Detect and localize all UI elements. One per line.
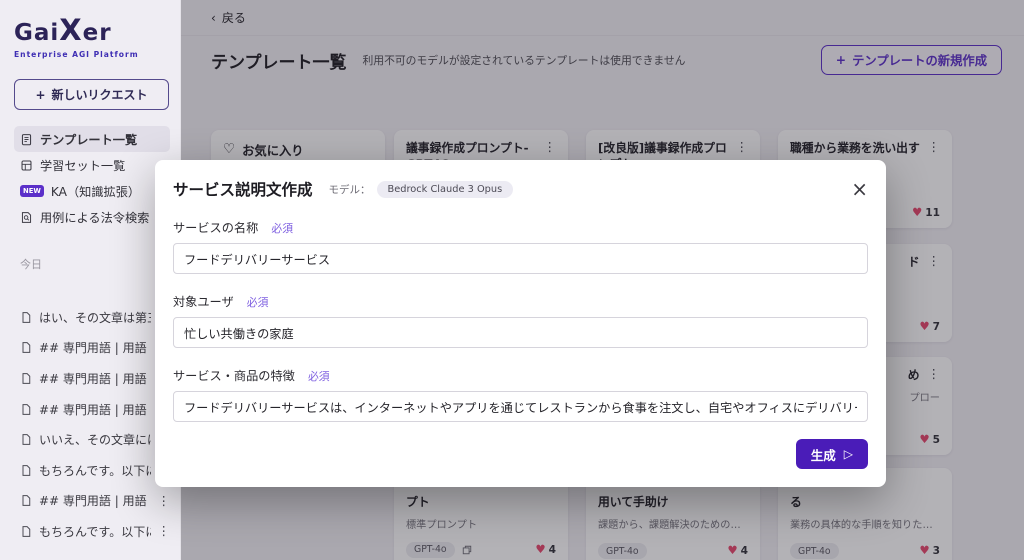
history-list: はい、その文章は第三者 ⋮ ## 専門用語 | 用語 ⋮ ## 専門用語 | 用… <box>14 302 170 547</box>
logo-gaixer: GaiXer <box>14 16 170 45</box>
logo-text-x: X <box>59 13 82 47</box>
document-icon <box>20 372 32 385</box>
template-list-icon <box>20 133 33 146</box>
history-item[interactable]: いいえ、その文章には特 ⋮ <box>14 424 170 455</box>
history-item[interactable]: はい、その文章は第三者 ⋮ <box>14 302 170 333</box>
nav-label: 学習セット一覧 <box>40 156 125 174</box>
field-target-user: 対象ユーザ 必須 <box>173 291 868 348</box>
generate-button[interactable]: 生成 ▷ <box>796 439 868 469</box>
history-label: ## 専門用語 | 用語 <box>39 370 151 387</box>
field-label-row: 対象ユーザ 必須 <box>173 291 868 310</box>
sidebar-item-learning-sets[interactable]: 学習セット一覧 <box>14 152 170 178</box>
nav-label: KA（知識拡張） <box>51 182 140 200</box>
history-item[interactable]: ## 専門用語 | 用語 | 解説 ⋮ <box>14 486 170 517</box>
template-run-modal: サービス説明文作成 モデル： Bedrock Claude 3 Opus × サ… <box>155 160 886 487</box>
generate-label: 生成 <box>811 445 836 464</box>
document-icon <box>20 403 32 416</box>
history-item[interactable]: ## 専門用語 | 用語 ⋮ <box>14 394 170 425</box>
app-root: GaiXer Enterprise AGI Platform + 新しいリクエス… <box>0 0 1024 560</box>
service-features-input[interactable] <box>173 391 868 422</box>
document-icon <box>20 311 32 324</box>
required-badge: 必須 <box>271 222 293 235</box>
send-icon: ▷ <box>844 448 853 460</box>
nav-label: テンプレート一覧 <box>40 130 137 148</box>
history-label: いいえ、その文章には特 <box>39 431 151 448</box>
field-label-row: サービス・商品の特徴 必須 <box>173 365 868 384</box>
learning-set-icon <box>20 159 33 172</box>
model-badge: Bedrock Claude 3 Opus <box>377 181 514 198</box>
nav-label: 用例による法令検索 <box>40 208 149 226</box>
new-request-label: 新しいリクエスト <box>52 86 148 103</box>
document-icon <box>20 464 32 477</box>
document-icon <box>20 341 32 354</box>
field-label: 対象ユーザ <box>173 295 234 309</box>
history-item[interactable]: もちろんです。以下に短 ⋮ <box>14 516 170 547</box>
kebab-menu-icon[interactable]: ⋮ <box>158 525 171 538</box>
document-icon <box>20 525 32 538</box>
plus-icon: + <box>35 88 45 102</box>
law-search-icon <box>20 211 33 224</box>
history-label: ## 専門用語 | 用語 | 解説 <box>39 492 151 509</box>
section-today: 今日 <box>20 256 170 272</box>
service-name-input[interactable] <box>173 243 868 274</box>
field-label: サービス・商品の特徴 <box>173 369 295 383</box>
logo: GaiXer Enterprise AGI Platform <box>14 16 170 59</box>
modal-footer: 生成 ▷ <box>173 439 868 469</box>
history-label: もちろんです。以下に架 <box>39 462 151 479</box>
new-badge: NEW <box>20 185 44 197</box>
history-label: もちろんです。以下に短 <box>39 523 151 540</box>
model-label: モデル： <box>329 182 371 197</box>
history-label: はい、その文章は第三者 <box>39 309 151 326</box>
logo-text-suffix: er <box>83 20 112 46</box>
field-label-row: サービスの名称 必須 <box>173 217 868 236</box>
target-user-input[interactable] <box>173 317 868 348</box>
field-label: サービスの名称 <box>173 221 258 235</box>
history-label: ## 専門用語 | 用語 <box>39 339 151 356</box>
sidebar-item-ka-knowledge[interactable]: NEW KA（知識拡張） <box>14 178 170 204</box>
history-item[interactable]: ## 専門用語 | 用語 ⋮ <box>14 363 170 394</box>
new-request-button[interactable]: + 新しいリクエスト <box>14 79 169 110</box>
close-icon[interactable]: × <box>851 179 868 199</box>
document-icon <box>20 494 32 507</box>
history-label: ## 専門用語 | 用語 <box>39 401 151 418</box>
modal-header: サービス説明文作成 モデル： Bedrock Claude 3 Opus × <box>173 178 868 200</box>
logo-text-prefix: Gai <box>14 20 59 46</box>
field-service-name: サービスの名称 必須 <box>173 217 868 274</box>
history-item[interactable]: ## 専門用語 | 用語 ⋮ <box>14 333 170 364</box>
required-badge: 必須 <box>308 370 330 383</box>
sidebar-nav: テンプレート一覧 学習セット一覧 NEW KA（知識拡張） 用例による法令検索 <box>14 126 170 230</box>
history-item[interactable]: もちろんです。以下に架 ⋮ <box>14 455 170 486</box>
logo-tagline: Enterprise AGI Platform <box>14 50 170 59</box>
sidebar-item-template-list[interactable]: テンプレート一覧 <box>14 126 170 152</box>
sidebar: GaiXer Enterprise AGI Platform + 新しいリクエス… <box>0 0 181 560</box>
required-badge: 必須 <box>247 296 269 309</box>
field-service-features: サービス・商品の特徴 必須 <box>173 365 868 422</box>
kebab-menu-icon[interactable]: ⋮ <box>158 495 171 508</box>
document-icon <box>20 433 32 446</box>
modal-title: サービス説明文作成 <box>173 178 313 200</box>
sidebar-item-law-search[interactable]: 用例による法令検索 <box>14 204 170 230</box>
